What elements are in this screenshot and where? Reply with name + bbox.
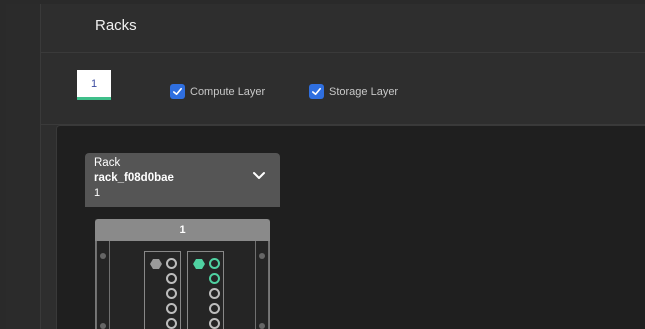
controls-bar: 1 Compute Layer Storage Layer: [41, 53, 645, 125]
rack-canvas: Rack rack_f08d0bae 1 1: [56, 125, 645, 329]
screw-icon: [100, 253, 106, 259]
checkbox-checked[interactable]: [170, 84, 185, 99]
rack-node-compute[interactable]: [187, 251, 224, 329]
page-title: Racks: [95, 17, 137, 34]
rack-card-header[interactable]: Rack rack_f08d0bae 1: [85, 153, 280, 207]
port-icon: [166, 273, 177, 284]
screw-icon: [100, 323, 106, 329]
port-icon: [166, 258, 177, 269]
rack-node-storage[interactable]: [144, 251, 181, 329]
rack-rail-right: [255, 241, 269, 329]
left-nav-rail: [6, 4, 41, 329]
rack-number: 1: [94, 187, 101, 199]
port-icon: [209, 318, 220, 329]
storage-layer-checkbox[interactable]: Storage Layer: [309, 84, 398, 99]
port-icon: [166, 288, 177, 299]
port-icon: [166, 303, 177, 314]
rack-rail-left: [96, 241, 110, 329]
chevron-down-icon[interactable]: [252, 171, 266, 181]
page-header: Racks: [41, 4, 645, 53]
port-icon: [209, 273, 220, 284]
port-icon: [209, 288, 220, 299]
checkbox-checked[interactable]: [309, 84, 324, 99]
screw-icon: [259, 323, 265, 329]
rack-name: rack_f08d0bae: [94, 172, 174, 184]
rack-type-label: Rack: [94, 157, 121, 169]
checkmark-icon: [173, 87, 182, 96]
port-icon: [209, 258, 220, 269]
rack-frame: [95, 241, 270, 329]
screw-icon: [259, 253, 265, 259]
hexagon-indicator-icon: [150, 259, 162, 269]
storage-layer-label: Storage Layer: [329, 85, 399, 98]
rack-diagram: 1: [95, 219, 270, 329]
layer-tab-1[interactable]: 1: [77, 70, 111, 100]
compute-layer-label: Compute Layer: [190, 85, 266, 98]
app-window: Racks 1 Compute Layer Storage Layer Rack…: [6, 4, 645, 329]
compute-layer-checkbox[interactable]: Compute Layer: [170, 84, 265, 99]
checkmark-icon: [312, 87, 321, 96]
rack-card: Rack rack_f08d0bae 1 1: [85, 153, 280, 329]
port-icon: [209, 303, 220, 314]
port-icon: [166, 318, 177, 329]
rack-diagram-header: 1: [95, 219, 270, 241]
hexagon-indicator-icon: [193, 259, 205, 269]
layer-tab-label: 1: [90, 78, 98, 90]
